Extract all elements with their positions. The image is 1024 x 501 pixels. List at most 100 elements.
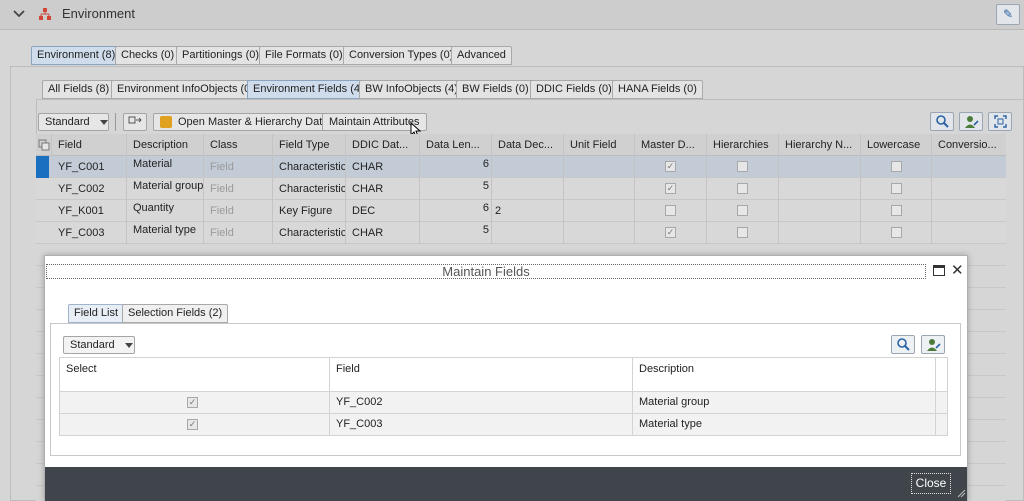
table-row[interactable]: ✓ YF_C003 Material type (59, 414, 948, 436)
section-title: Environment (62, 6, 135, 21)
tab-selection-fields[interactable]: Selection Fields (2) (122, 304, 229, 323)
col-header-description[interactable]: Description (127, 134, 204, 156)
tab-bw-infoobjects[interactable]: BW InfoObjects (4) (359, 80, 464, 99)
maximize-icon[interactable] (933, 265, 945, 276)
tab-bw-fields[interactable]: BW Fields (0) (456, 80, 535, 99)
tab-conversion-types[interactable]: Conversion Types (0) (343, 46, 460, 65)
col-header-unit-field[interactable]: Unit Field (564, 134, 635, 156)
master-data-checkbox[interactable]: ✓ (665, 161, 676, 172)
edit-button[interactable]: ✎ (996, 4, 1020, 25)
move-button[interactable] (123, 113, 147, 131)
col-header-conversion[interactable]: Conversio... (932, 134, 1006, 156)
cell-description: Material group (127, 178, 204, 200)
col-header-class[interactable]: Class (204, 134, 273, 156)
hierarchies-checkbox[interactable] (737, 227, 748, 238)
master-data-checkbox[interactable]: ✓ (665, 227, 676, 238)
tab-ddic-fields[interactable]: DDIC Fields (0) (530, 80, 618, 99)
col-header-description[interactable]: Description (633, 358, 936, 391)
cell-hierarchy-node (779, 178, 861, 200)
col-header-field[interactable]: Field (330, 358, 633, 391)
tab-environment-infoobjects[interactable]: Environment InfoObjects (0) (111, 80, 260, 99)
tab-file-formats[interactable]: File Formats (0) (259, 46, 349, 65)
cell-hierarchies (707, 200, 779, 222)
cell-length: 6 (420, 156, 492, 178)
table-row[interactable]: YF_C003 Material type Field Characterist… (36, 222, 1006, 244)
col-header-data-decimals[interactable]: Data Dec... (492, 134, 564, 156)
cell-decimals: 2 (492, 200, 564, 222)
chevron-down-icon[interactable] (12, 7, 26, 21)
select-checkbox[interactable]: ✓ (187, 397, 198, 408)
cell-description: Material type (633, 414, 936, 435)
tab-advanced[interactable]: Advanced (451, 46, 512, 65)
search-icon (897, 338, 910, 354)
col-header-master-data[interactable]: Master D... (635, 134, 707, 156)
col-header-field-type[interactable]: Field Type (273, 134, 346, 156)
cell-field: YF_C003 (52, 222, 127, 244)
hierarchies-checkbox[interactable] (737, 205, 748, 216)
hierarchies-checkbox[interactable] (737, 161, 748, 172)
close-button[interactable]: Close (911, 473, 951, 494)
maintain-attributes-label: Maintain Attributes (329, 116, 420, 128)
fit-screen-button[interactable] (988, 112, 1012, 131)
col-header-hierarchies[interactable]: Hierarchies (707, 134, 779, 156)
dialog-title: Maintain Fields (46, 264, 926, 279)
user-settings-icon (965, 115, 979, 131)
cell-master-data (635, 200, 707, 222)
search-button[interactable] (930, 112, 954, 131)
tab-partitionings[interactable]: Partitionings (0) (176, 46, 266, 65)
cell-class: Field (204, 200, 273, 222)
cell-length: 5 (420, 222, 492, 244)
table-row[interactable]: YF_C002 Material group Field Characteris… (36, 178, 1006, 200)
col-header-lowercase[interactable]: Lowercase (861, 134, 932, 156)
pencil-icon: ✎ (1002, 7, 1014, 21)
lowercase-checkbox[interactable] (891, 227, 902, 238)
cell-class: Field (204, 222, 273, 244)
row-selector[interactable] (36, 156, 49, 178)
resize-handle-icon[interactable] (957, 489, 966, 501)
cell-hierarchies (707, 178, 779, 200)
cell-field-type: Characteristic (273, 178, 346, 200)
master-data-checkbox[interactable]: ✓ (665, 183, 676, 194)
col-header-ddic-data-type[interactable]: DDIC Dat... (346, 134, 420, 156)
open-master-hierarchy-button[interactable]: Open Master & Hierarchy Data (153, 113, 336, 131)
cell-field-type: Key Figure (273, 200, 346, 222)
cell-ddic: CHAR (346, 178, 420, 200)
open-master-hierarchy-label: Open Master & Hierarchy Data (178, 116, 329, 128)
table-row[interactable]: ✓ YF_C002 Material group (59, 392, 948, 414)
database-icon (160, 116, 172, 129)
cell-master-data: ✓ (635, 156, 707, 178)
master-data-checkbox[interactable] (665, 205, 676, 216)
cell-unit (564, 156, 635, 178)
chevron-down-icon (124, 342, 133, 348)
table-row[interactable]: YF_C001 Material Field Characteristic CH… (36, 156, 1006, 178)
lowercase-checkbox[interactable] (891, 183, 902, 194)
cell-field: YF_C001 (52, 156, 127, 178)
cell-field: YF_C002 (330, 392, 633, 413)
view-select[interactable]: Standard (38, 113, 109, 131)
dialog-search-button[interactable] (891, 335, 915, 354)
tab-environment-fields[interactable]: Environment Fields (4) (247, 80, 370, 99)
cell-description: Material type (127, 222, 204, 244)
tab-hana-fields[interactable]: HANA Fields (0) (612, 80, 703, 99)
cell-lowercase (861, 200, 932, 222)
select-all-icon[interactable] (36, 134, 52, 156)
col-header-select[interactable]: Select (60, 358, 330, 391)
close-icon[interactable]: ✕ (951, 261, 964, 279)
dialog-personalize-button[interactable] (921, 335, 945, 354)
tab-all-fields[interactable]: All Fields (8) (42, 80, 116, 99)
cell-master-data: ✓ (635, 222, 707, 244)
col-header-hierarchy-node[interactable]: Hierarchy N... (779, 134, 861, 156)
table-row[interactable]: YF_K001 Quantity Field Key Figure DEC 6 … (36, 200, 1006, 222)
tab-environment[interactable]: Environment (8) (31, 46, 122, 65)
table-header: Field Description Class Field Type DDIC … (36, 134, 1006, 156)
hierarchies-checkbox[interactable] (737, 183, 748, 194)
tab-field-list[interactable]: Field List (68, 304, 125, 323)
col-header-field[interactable]: Field (52, 134, 127, 156)
select-checkbox[interactable]: ✓ (187, 419, 198, 430)
lowercase-checkbox[interactable] (891, 205, 902, 216)
personalize-button[interactable] (959, 112, 983, 131)
lowercase-checkbox[interactable] (891, 161, 902, 172)
col-header-data-length[interactable]: Data Len... (420, 134, 492, 156)
dialog-view-select[interactable]: Standard (63, 336, 135, 354)
tab-checks[interactable]: Checks (0) (115, 46, 181, 65)
